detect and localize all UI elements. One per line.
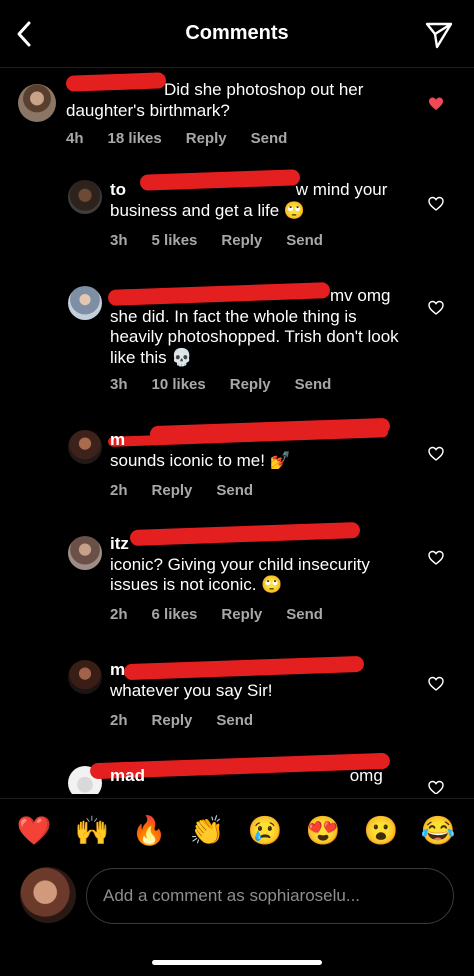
- comment-meta: 4h 18 likes Reply Send: [66, 130, 311, 147]
- share-button[interactable]: [422, 18, 456, 52]
- emoji-crying-button[interactable]: 😢: [247, 813, 283, 849]
- reply-button[interactable]: Reply: [230, 376, 271, 393]
- heart-outline-icon[interactable]: [428, 780, 444, 794]
- avatar[interactable]: [68, 660, 102, 694]
- paper-plane-icon: [425, 22, 453, 49]
- emoji-surprised-button[interactable]: 😮: [363, 813, 399, 849]
- send-button[interactable]: Send: [286, 606, 323, 623]
- send-button[interactable]: Send: [295, 376, 332, 393]
- heart-outline-icon[interactable]: [428, 676, 444, 692]
- emoji-laughing-button[interactable]: 😂: [420, 813, 456, 849]
- comment-time: 4h: [66, 130, 84, 147]
- comment-text: whatever you say Sir!: [110, 680, 273, 700]
- comment-text: omg: [349, 766, 383, 785]
- comment-time: 2h: [110, 712, 128, 729]
- reply-button[interactable]: Reply: [221, 606, 262, 623]
- header: Comments: [0, 0, 474, 68]
- comment-text: w mind your business and get a life 🙄: [110, 180, 388, 220]
- comment: itz iconic? Giving your child insecurity…: [0, 521, 474, 632]
- comment-username[interactable]: m: [110, 660, 410, 681]
- comment: m whatever you say Sir! 2h Reply Send: [0, 648, 474, 738]
- comment-time: 3h: [110, 232, 128, 249]
- send-button[interactable]: Send: [251, 130, 288, 147]
- emoji-clap-button[interactable]: 👏: [189, 813, 225, 849]
- comment-text: mv omg she did. In fact the whole thing …: [110, 286, 399, 367]
- comments-list[interactable]: Did she photoshop out her daughter's bir…: [0, 68, 474, 794]
- comment: to w mind your business and get a life 🙄…: [0, 168, 474, 258]
- comment-input[interactable]: [86, 868, 454, 924]
- comment-likes[interactable]: 18 likes: [108, 130, 162, 147]
- avatar[interactable]: [68, 536, 102, 570]
- comment-time: 2h: [110, 482, 128, 499]
- comment-meta: 3h 5 likes Reply Send: [110, 232, 347, 249]
- comment-time: 2h: [110, 606, 128, 623]
- comment-time: 3h: [110, 376, 128, 393]
- heart-outline-icon[interactable]: [428, 300, 444, 316]
- reply-button[interactable]: Reply: [152, 712, 193, 729]
- avatar[interactable]: [68, 430, 102, 464]
- emoji-quick-bar: ❤️ 🙌 🔥 👏 😢 😍 😮 😂: [0, 798, 474, 862]
- comment: mv omg she did. In fact the whole thing …: [0, 274, 474, 404]
- reply-button[interactable]: Reply: [186, 130, 227, 147]
- send-button[interactable]: Send: [216, 482, 253, 499]
- comment-text: Did she photoshop out her daughter's bir…: [66, 80, 364, 120]
- comment-meta: 2h Reply Send: [110, 712, 277, 729]
- comment: m sounds iconic to me! 💅 2h Reply Send: [0, 417, 474, 508]
- comment-likes[interactable]: 10 likes: [152, 376, 206, 393]
- emoji-fire-button[interactable]: 🔥: [131, 813, 167, 849]
- send-button[interactable]: Send: [286, 232, 323, 249]
- comment-username[interactable]: m: [110, 430, 410, 451]
- emoji-heart-eyes-button[interactable]: 😍: [305, 813, 341, 849]
- comment-meta: 3h 10 likes Reply Send: [110, 376, 355, 393]
- comment: Did she photoshop out her daughter's bir…: [0, 72, 474, 154]
- avatar[interactable]: [68, 286, 102, 320]
- comment: mad omg: [0, 752, 474, 794]
- my-avatar: [20, 867, 76, 923]
- comment-username[interactable]: itz: [110, 534, 129, 553]
- send-button[interactable]: Send: [216, 712, 253, 729]
- comment-text: sounds iconic to me! 💅: [110, 450, 291, 470]
- page-title: Comments: [185, 22, 289, 44]
- comment-text: iconic? Giving your child insecurity iss…: [110, 554, 370, 595]
- comment-meta: 2h Reply Send: [110, 482, 277, 499]
- heart-outline-icon[interactable]: [428, 550, 444, 566]
- comment-username[interactable]: to: [110, 180, 126, 199]
- heart-outline-icon[interactable]: [428, 446, 444, 462]
- reply-button[interactable]: Reply: [221, 232, 262, 249]
- heart-outline-icon[interactable]: [428, 196, 444, 212]
- comment-meta: 2h 6 likes Reply Send: [110, 606, 347, 623]
- comment-likes[interactable]: 6 likes: [152, 606, 198, 623]
- reply-button[interactable]: Reply: [152, 482, 193, 499]
- home-indicator: [152, 960, 322, 965]
- comment-composer: [0, 862, 474, 942]
- comment-username[interactable]: mad: [110, 766, 145, 785]
- emoji-heart-button[interactable]: ❤️: [16, 813, 52, 849]
- comment-likes[interactable]: 5 likes: [152, 232, 198, 249]
- emoji-raised-hands-button[interactable]: 🙌: [74, 813, 110, 849]
- avatar[interactable]: [18, 84, 56, 122]
- heart-filled-icon[interactable]: [428, 96, 444, 112]
- avatar[interactable]: [68, 180, 102, 214]
